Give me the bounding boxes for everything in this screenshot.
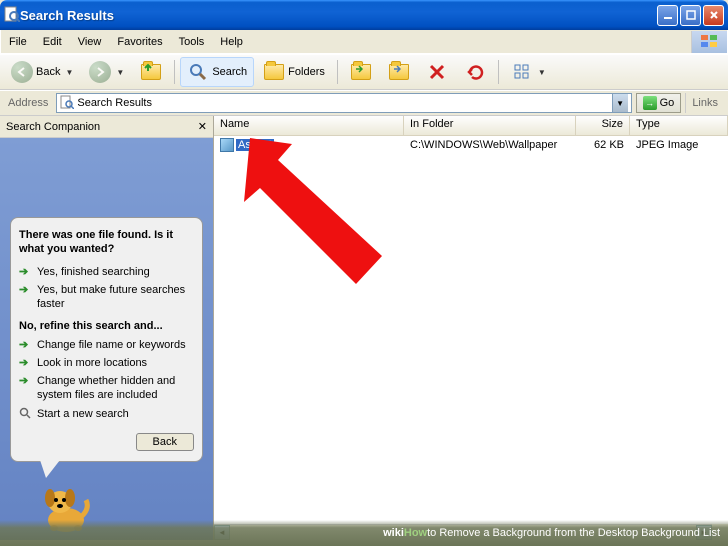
back-button[interactable]: Back ▼: [4, 57, 80, 87]
back-button[interactable]: Back: [136, 433, 194, 451]
links-button[interactable]: Links: [685, 93, 724, 113]
opt-new-label: Start a new search: [37, 407, 129, 421]
opt-locations-label: Look in more locations: [37, 356, 147, 370]
minimize-button[interactable]: [657, 5, 678, 26]
menu-favorites[interactable]: Favorites: [109, 33, 170, 51]
search-button[interactable]: Search: [180, 57, 254, 87]
search-balloon: There was one file found. Is it what you…: [10, 217, 203, 462]
delete-icon: [426, 61, 448, 83]
file-size: 62 KB: [576, 139, 630, 151]
image-file-icon: [220, 138, 234, 152]
chevron-down-icon: ▼: [65, 68, 73, 77]
sidebar-title: Search Companion: [6, 121, 198, 133]
undo-button[interactable]: [457, 57, 493, 87]
delete-button[interactable]: [419, 57, 455, 87]
banner-text: to Remove a Background from the Desktop …: [427, 527, 720, 539]
up-button[interactable]: [133, 57, 169, 87]
arrow-icon: ➔: [19, 283, 33, 297]
menu-view[interactable]: View: [70, 33, 110, 51]
address-label: Address: [4, 97, 52, 109]
file-name: Ascent: [236, 139, 274, 151]
back-label: Back: [36, 66, 60, 78]
move-to-icon: [350, 61, 372, 83]
sidebar-body: There was one file found. Is it what you…: [0, 138, 213, 540]
sidebar-header: Search Companion ✕: [0, 116, 213, 138]
addressbar: Address Search Results ▼ → Go Links: [0, 90, 728, 116]
opt-faster-label: Yes, but make future searches faster: [37, 283, 194, 312]
column-headers: Name In Folder Size Type: [214, 116, 728, 136]
forward-arrow-icon: [89, 61, 111, 83]
chevron-down-icon: ▼: [116, 68, 124, 77]
opt-name-label: Change file name or keywords: [37, 338, 186, 352]
opt-finished[interactable]: ➔ Yes, finished searching: [19, 263, 194, 281]
opt-faster[interactable]: ➔ Yes, but make future searches faster: [19, 281, 194, 314]
search-companion-sidebar: Search Companion ✕ There was one file fo…: [0, 116, 214, 540]
maximize-button[interactable]: [680, 5, 701, 26]
how-text: How: [404, 527, 427, 539]
close-button[interactable]: [703, 5, 724, 26]
chevron-down-icon: ▼: [538, 68, 546, 77]
opt-hidden-label: Change whether hidden and system files a…: [37, 374, 194, 403]
folders-icon: [263, 61, 285, 83]
arrow-icon: ➔: [19, 338, 33, 352]
views-icon: [511, 61, 533, 83]
folders-label: Folders: [288, 66, 325, 78]
opt-name[interactable]: ➔ Change file name or keywords: [19, 336, 194, 354]
wiki-text: wiki: [383, 527, 404, 539]
menubar: File Edit View Favorites Tools Help: [0, 30, 728, 54]
col-size[interactable]: Size: [576, 116, 630, 135]
opt-hidden[interactable]: ➔ Change whether hidden and system files …: [19, 372, 194, 405]
menu-edit[interactable]: Edit: [35, 33, 70, 51]
balloon-tail: [40, 460, 60, 478]
folders-button[interactable]: Folders: [256, 57, 332, 87]
magnifier-icon: [19, 407, 33, 423]
go-button[interactable]: → Go: [636, 93, 682, 113]
folder-up-icon: [140, 61, 162, 83]
move-to-button[interactable]: [343, 57, 379, 87]
address-dropdown[interactable]: ▼: [612, 94, 628, 112]
search-results-icon: [60, 95, 74, 112]
search-results-icon: [4, 6, 20, 25]
menu-help[interactable]: Help: [212, 33, 251, 51]
file-row[interactable]: Ascent C:\WINDOWS\Web\Wallpaper 62 KB JP…: [214, 136, 728, 153]
arrow-icon: ➔: [19, 374, 33, 388]
back-arrow-icon: [11, 61, 33, 83]
menu-tools[interactable]: Tools: [171, 33, 213, 51]
opt-locations[interactable]: ➔ Look in more locations: [19, 354, 194, 372]
views-button[interactable]: ▼: [504, 57, 553, 87]
menu-file[interactable]: File: [1, 33, 35, 51]
balloon-question: There was one file found. Is it what you…: [19, 228, 194, 257]
forward-button[interactable]: ▼: [82, 57, 131, 87]
windows-flag-icon[interactable]: [691, 31, 727, 53]
file-type: JPEG Image: [630, 139, 728, 151]
wikihow-banner: wikiHow to Remove a Background from the …: [0, 520, 728, 546]
search-label: Search: [212, 66, 247, 78]
file-folder: C:\WINDOWS\Web\Wallpaper: [404, 139, 576, 151]
copy-to-button[interactable]: [381, 57, 417, 87]
toolbar: Back ▼ ▼ Search Folders ▼: [0, 54, 728, 90]
opt-finished-label: Yes, finished searching: [37, 265, 150, 279]
undo-icon: [464, 61, 486, 83]
search-icon: [187, 61, 209, 83]
refine-label: No, refine this search and...: [19, 320, 194, 332]
arrow-icon: ➔: [19, 356, 33, 370]
results-pane: Name In Folder Size Type Ascent C:\WINDO…: [214, 116, 728, 540]
opt-new[interactable]: Start a new search: [19, 405, 194, 425]
go-label: Go: [660, 97, 675, 109]
window-controls: [657, 5, 724, 26]
copy-to-icon: [388, 61, 410, 83]
address-value: Search Results: [77, 97, 608, 109]
go-arrow-icon: →: [643, 96, 657, 110]
titlebar[interactable]: Search Results: [0, 0, 728, 30]
col-type[interactable]: Type: [630, 116, 728, 135]
col-folder[interactable]: In Folder: [404, 116, 576, 135]
sidebar-close-button[interactable]: ✕: [198, 120, 207, 133]
window-title: Search Results: [20, 8, 657, 23]
col-name[interactable]: Name: [214, 116, 404, 135]
arrow-icon: ➔: [19, 265, 33, 279]
address-input[interactable]: Search Results ▼: [56, 93, 631, 113]
